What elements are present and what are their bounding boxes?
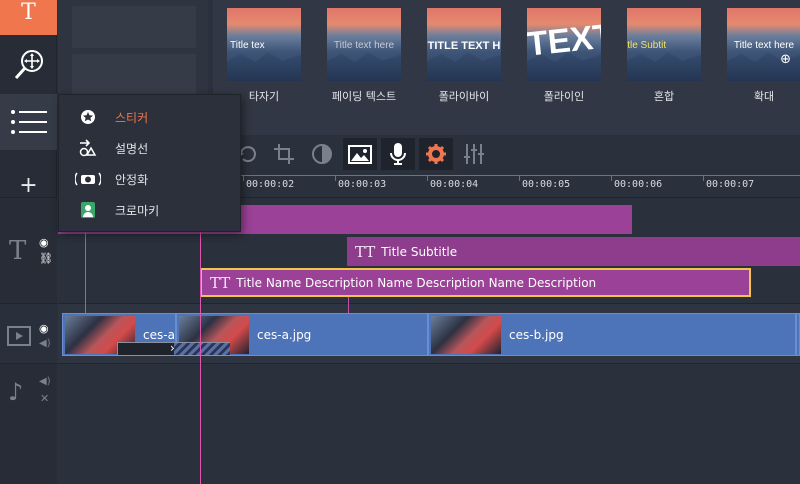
callout-icon <box>73 139 103 157</box>
clip-label: ces-b.jpg <box>509 328 564 342</box>
more-tools-popup-menu: 스티커 설명선 안정화 크로마키 <box>58 94 241 232</box>
title-clip-icon: TT <box>355 242 376 261</box>
preset-overlay-text: Title text here <box>333 40 395 51</box>
stabilization-icon <box>73 171 103 187</box>
preset-label: 폴라이인 <box>543 90 585 103</box>
title-clip-text: Title Name Description Name Description … <box>236 275 597 290</box>
preset-overlay-text: TEXT <box>527 16 601 64</box>
zoom-in-icon: ⊕ <box>780 52 791 67</box>
menu-item-sticker[interactable]: 스티커 <box>59 102 240 132</box>
text-track-header: T ◉ ⛓ <box>0 197 57 303</box>
video-clip[interactable] <box>796 313 800 356</box>
clip-marker-line <box>348 297 349 313</box>
visibility-eye-icon[interactable]: ◉ <box>39 236 49 249</box>
preset-zoom[interactable]: Title text here ⊕ 확대 <box>727 8 800 104</box>
clip-thumbnail <box>431 316 501 354</box>
preset-label: 페이딩 텍스트 <box>331 90 397 103</box>
preset-overlay-text: itle Subtit <box>627 40 667 51</box>
video-track-header: ◉ ◀) <box>0 303 57 363</box>
titles-tool-button[interactable]: T <box>0 0 57 35</box>
category-slot[interactable] <box>72 54 196 96</box>
preset-mixed[interactable]: itle Subtit 혼합 <box>627 8 701 104</box>
zoom-move-icon <box>14 50 43 80</box>
preset-label: 폴라이바이 <box>438 90 490 103</box>
title-clip-icon: TT <box>210 273 231 292</box>
title-clip-text: Title Subtitle <box>381 244 458 259</box>
preset-fly-in[interactable]: TEXT 폴라이인 <box>527 8 601 104</box>
preset-label: 확대 <box>753 90 775 103</box>
audio-track-header: ♪ ◀) ✕ <box>0 363 57 484</box>
color-adjust-button[interactable] <box>305 138 339 170</box>
volume-icon[interactable]: ◀) <box>39 338 51 349</box>
preset-thumbnail: TITLE TEXT H <box>427 8 501 81</box>
ruler-label: 00:00:06 <box>614 179 663 190</box>
menu-item-callout[interactable]: 설명선 <box>59 133 240 163</box>
more-tools-button[interactable] <box>0 94 57 150</box>
preset-thumbnail: Title text here <box>327 8 401 81</box>
ruler-label: 00:00:02 <box>246 179 295 190</box>
title-preset-gallery: Title tex 타자기 Title text here 페이딩 텍스트 TI… <box>213 0 800 135</box>
equalizer-icon <box>464 144 484 164</box>
ruler-label: 00:00:07 <box>706 179 755 190</box>
preset-overlay-text: Title tex <box>230 40 265 51</box>
edit-toolbar <box>213 135 800 175</box>
text-track-icon: T <box>9 236 27 266</box>
clip-label: ces-a <box>143 328 175 342</box>
text-T-icon: T <box>21 0 36 25</box>
title-clip[interactable]: TT Title Subtitle <box>347 237 800 266</box>
ruler-label: 00:00:05 <box>522 179 571 190</box>
plus-icon: + <box>19 173 38 198</box>
preset-typewriter[interactable]: Title tex 타자기 <box>227 8 301 104</box>
audio-track <box>58 363 800 484</box>
menu-item-chroma-key[interactable]: 크로마키 <box>59 195 240 225</box>
image-icon <box>348 145 372 164</box>
menu-item-label: 스티커 <box>115 110 149 125</box>
chroma-key-icon <box>73 201 103 219</box>
preset-fading-text[interactable]: Title text here 페이딩 텍스트 <box>327 8 401 104</box>
music-note-icon: ♪ <box>8 378 24 406</box>
crop-button[interactable] <box>267 138 301 170</box>
transition-arrow-icon: › <box>170 341 175 355</box>
sticker-icon <box>73 109 103 125</box>
crop-icon <box>274 144 294 164</box>
menu-item-stabilization[interactable]: 안정화 <box>59 164 240 194</box>
transition-pattern <box>174 343 230 355</box>
ruler-label: 00:00:03 <box>338 179 387 190</box>
preset-label: 혼합 <box>653 90 675 103</box>
color-adjust-icon <box>312 144 332 164</box>
preset-thumbnail: TEXT <box>527 8 601 81</box>
menu-item-label: 안정화 <box>115 172 149 187</box>
microphone-icon <box>390 143 406 165</box>
preset-thumbnail: Title tex <box>227 8 301 81</box>
add-track-button[interactable]: + <box>0 175 57 197</box>
volume-icon[interactable]: ◀) <box>39 376 51 387</box>
settings-button[interactable] <box>419 138 453 170</box>
preset-thumbnail: itle Subtit <box>627 8 701 81</box>
film-strip-icon <box>7 326 31 346</box>
transition-block[interactable]: › <box>117 341 230 356</box>
preset-overlay-text: Title text here <box>733 40 795 51</box>
menu-list-icon <box>10 110 47 134</box>
preset-fly-by[interactable]: TITLE TEXT H 폴라이바이 <box>427 8 501 104</box>
microphone-button[interactable] <box>381 138 415 170</box>
equalizer-button[interactable] <box>457 138 491 170</box>
menu-item-label: 설명선 <box>115 141 149 156</box>
preset-thumbnail: Title text here ⊕ <box>727 8 800 81</box>
clip-label: ces-a.jpg <box>257 328 312 342</box>
link-icon[interactable]: ⛓ <box>39 252 53 265</box>
video-clip[interactable]: ces-b.jpg <box>428 313 796 356</box>
zoom-tool-button[interactable] <box>0 40 57 90</box>
preset-overlay-text: TITLE TEXT H <box>427 40 501 52</box>
gear-icon <box>426 144 446 164</box>
title-clip-selected[interactable]: TT Title Name Description Name Descripti… <box>200 268 751 297</box>
image-button[interactable] <box>343 138 377 170</box>
mute-icon[interactable]: ✕ <box>40 392 49 405</box>
visibility-eye-icon[interactable]: ◉ <box>39 322 49 335</box>
category-slot[interactable] <box>72 6 196 48</box>
ruler-label: 00:00:04 <box>430 179 479 190</box>
menu-item-label: 크로마키 <box>115 203 160 218</box>
